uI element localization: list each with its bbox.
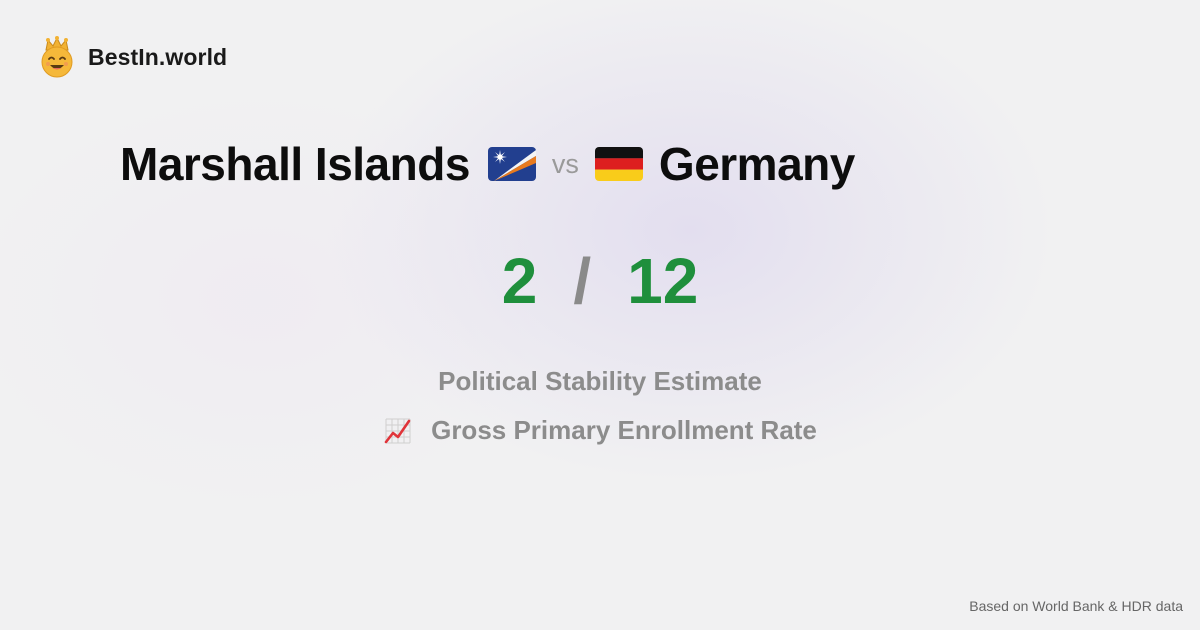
data-source-note: Based on World Bank & HDR data bbox=[969, 598, 1183, 614]
score-b: 12 bbox=[627, 245, 699, 317]
country-a-name: Marshall Islands bbox=[120, 138, 470, 190]
brand[interactable]: BestIn.world bbox=[38, 36, 227, 78]
country-b-name: Germany bbox=[658, 138, 855, 190]
metric-enrollment-row: Gross Primary Enrollment Rate bbox=[0, 415, 1200, 446]
comparison-title: Marshall Islands vs Germany bbox=[120, 136, 855, 192]
score-separator: / bbox=[573, 245, 592, 317]
germany-flag-icon bbox=[594, 147, 643, 181]
score-display: 2 / 12 bbox=[0, 244, 1200, 318]
vs-label: vs bbox=[551, 148, 579, 179]
metric-enrollment-label: Gross Primary Enrollment Rate bbox=[431, 415, 817, 445]
marshall-islands-flag-icon bbox=[487, 147, 536, 181]
brand-name: BestIn.world bbox=[88, 43, 228, 70]
metric-political-stability: Political Stability Estimate bbox=[438, 366, 762, 396]
crown-smiley-icon bbox=[41, 36, 73, 78]
chart-increasing-icon bbox=[384, 418, 411, 443]
score-a: 2 bbox=[501, 245, 538, 317]
